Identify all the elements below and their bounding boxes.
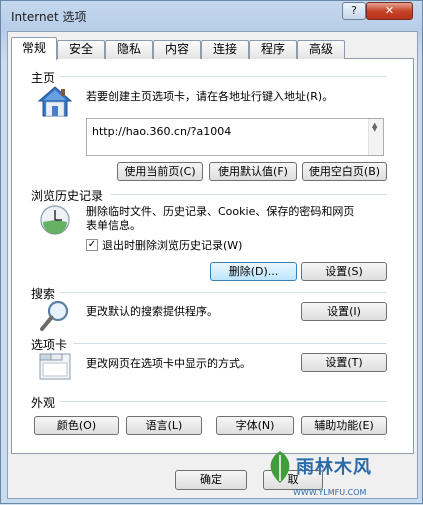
history-divider bbox=[111, 194, 387, 195]
site-watermark: 雨林木风 WWW.YLMFU.COM bbox=[263, 441, 423, 505]
languages-button[interactable]: 语言(L) bbox=[126, 416, 202, 435]
scroll-down-icon[interactable]: ▼ bbox=[372, 125, 377, 153]
tab-content[interactable]: 内容 bbox=[153, 40, 201, 59]
leaf-logo-icon bbox=[270, 451, 290, 483]
delete-history-button[interactable]: 删除(D)... bbox=[210, 262, 297, 281]
help-button[interactable]: ? bbox=[342, 2, 366, 20]
tab-programs[interactable]: 程序 bbox=[249, 40, 297, 59]
home-group-label: 主页 bbox=[31, 71, 56, 85]
url-scrollbar[interactable]: ▲ ▼ bbox=[368, 119, 383, 155]
tab-general[interactable]: 常规 bbox=[11, 37, 57, 60]
history-description-1: 删除临时文件、历史记录、Cookie、保存的密码和网页 bbox=[86, 205, 355, 218]
checkmark-icon: ✓ bbox=[87, 239, 97, 250]
tab-connections[interactable]: 连接 bbox=[201, 40, 249, 59]
tabs-divider bbox=[73, 343, 387, 344]
history-group-label: 浏览历史记录 bbox=[31, 189, 104, 203]
history-description-2: 表单信息。 bbox=[86, 219, 141, 232]
fonts-button[interactable]: 字体(N) bbox=[216, 416, 294, 435]
window-title: Internet 选项 bbox=[11, 10, 87, 24]
use-current-button[interactable]: 使用当前页(C) bbox=[117, 162, 203, 181]
magnifier-icon bbox=[40, 300, 69, 331]
tab-security[interactable]: 安全 bbox=[57, 40, 105, 59]
delete-on-exit-label[interactable]: 退出时删除浏览历史记录(W) bbox=[102, 239, 242, 253]
search-description: 更改默认的搜索提供程序。 bbox=[86, 305, 218, 318]
use-blank-button[interactable]: 使用空白页(B) bbox=[302, 162, 387, 181]
colors-button[interactable]: 颜色(O) bbox=[34, 416, 119, 435]
tab-advanced[interactable]: 高级 bbox=[297, 40, 345, 59]
search-settings-button[interactable]: 设置(I) bbox=[301, 302, 387, 321]
appearance-group-label: 外观 bbox=[31, 396, 56, 410]
watermark-url: WWW.YLMFU.COM bbox=[293, 488, 367, 497]
delete-on-exit-checkbox[interactable]: ✓ bbox=[86, 239, 98, 251]
home-page-url: http://hao.360.cn/?a1004 bbox=[92, 125, 232, 138]
appearance-divider bbox=[59, 401, 387, 402]
home-page-url-input[interactable]: http://hao.360.cn/?a1004 ▲ ▼ bbox=[86, 118, 384, 156]
history-icon bbox=[40, 205, 70, 235]
tabs-settings-button[interactable]: 设置(T) bbox=[301, 353, 387, 372]
use-default-button[interactable]: 使用默认值(F) bbox=[209, 162, 297, 181]
tab-privacy[interactable]: 隐私 bbox=[105, 40, 153, 59]
accessibility-button[interactable]: 辅助功能(E) bbox=[301, 416, 387, 435]
watermark-text: 雨林木风 bbox=[296, 457, 372, 478]
home-description: 若要创建主页选项卡，请在各地址行键入地址(R)。 bbox=[86, 90, 334, 103]
ok-button[interactable]: 确定 bbox=[175, 470, 247, 490]
close-button[interactable]: ✕ bbox=[366, 2, 413, 20]
history-settings-button[interactable]: 设置(S) bbox=[301, 262, 387, 281]
search-divider bbox=[59, 292, 387, 293]
tabs-description: 更改网页在选项卡中显示的方式。 bbox=[86, 357, 251, 370]
tabs-icon bbox=[39, 353, 71, 380]
internet-options-window: Internet 选项 ? ✕ 常规 安全 隐私 内容 连接 程序 高级 主页 … bbox=[0, 0, 423, 504]
house-icon bbox=[37, 86, 73, 117]
home-divider bbox=[59, 76, 387, 77]
